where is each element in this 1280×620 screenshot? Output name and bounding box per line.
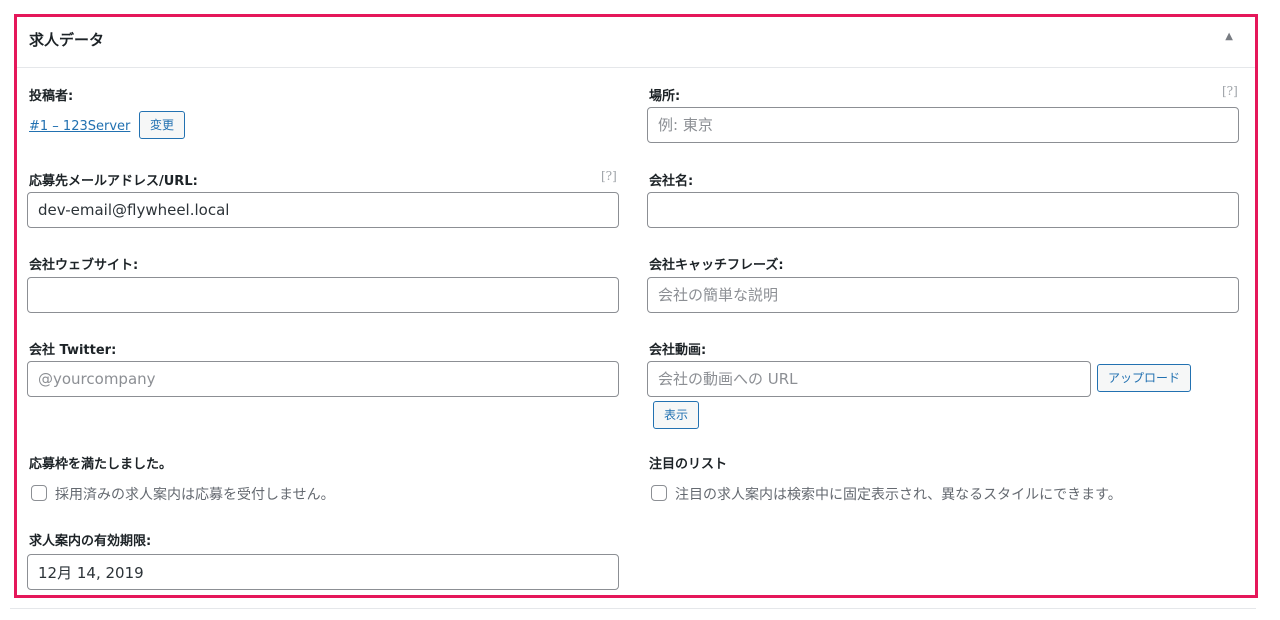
location-help-icon[interactable]: [?] (1222, 84, 1238, 98)
bottom-divider (10, 608, 1256, 609)
company-website-input[interactable] (27, 277, 619, 313)
company-name-input[interactable] (647, 192, 1239, 228)
upload-video-button[interactable]: アップロード (1097, 364, 1192, 392)
company-tagline-input[interactable] (647, 277, 1239, 313)
view-video-button[interactable]: 表示 (653, 401, 700, 429)
expires-label: 求人案内の有効期限: (29, 534, 152, 549)
filled-checkbox-text: 採用済みの求人案内は応募を受付しません。 (55, 487, 335, 503)
featured-checkbox[interactable] (651, 485, 667, 501)
company-twitter-label: 会社 Twitter: (29, 343, 117, 358)
job-data-metabox: 求人データ ▲ 投稿者: #1 – 123Server 変更 応募先メールアドレ… (14, 14, 1258, 598)
location-input[interactable] (647, 107, 1239, 143)
application-label: 応募先メールアドレス/URL: (29, 174, 198, 189)
company-video-input[interactable] (647, 361, 1091, 397)
expires-input[interactable] (27, 554, 619, 590)
application-help-icon[interactable]: [?] (601, 169, 617, 183)
change-poster-button[interactable]: 変更 (139, 111, 186, 139)
company-website-label: 会社ウェブサイト: (29, 258, 139, 273)
company-tagline-label: 会社キャッチフレーズ: (649, 258, 784, 273)
poster-label: 投稿者: (29, 89, 74, 104)
company-name-label: 会社名: (649, 174, 694, 189)
featured-checkbox-text: 注目の求人案内は検索中に固定表示され、異なるスタイルにできます。 (675, 487, 1122, 503)
featured-label: 注目のリスト (649, 457, 728, 472)
metabox-header[interactable]: 求人データ ▲ (17, 17, 1255, 68)
collapse-arrow-icon[interactable]: ▲ (1225, 31, 1233, 42)
filled-label: 応募枠を満たしました。 (29, 457, 173, 472)
application-input[interactable] (27, 192, 619, 228)
poster-user-link[interactable]: #1 – 123Server (29, 119, 130, 134)
metabox-title: 求人データ (29, 31, 105, 49)
location-label: 場所: (649, 89, 681, 104)
company-twitter-input[interactable] (27, 361, 619, 397)
company-video-label: 会社動画: (649, 343, 707, 358)
filled-checkbox[interactable] (31, 485, 47, 501)
